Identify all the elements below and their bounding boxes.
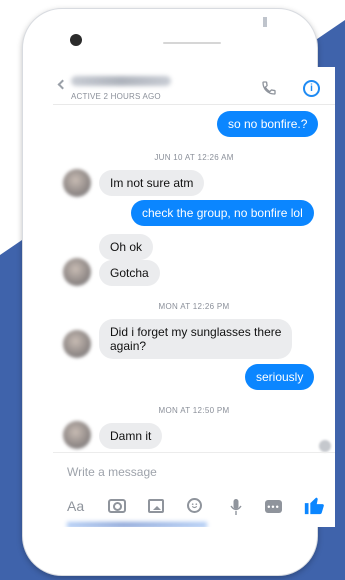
- message-composer: Write a message Aa •••: [53, 452, 335, 527]
- blurred-bottom-text: [67, 522, 207, 527]
- emoji-icon[interactable]: [187, 498, 202, 513]
- message-line: again?: [110, 339, 147, 353]
- message-sent[interactable]: seriously: [245, 364, 315, 390]
- timestamp: MON AT 12:50 PM: [158, 406, 230, 415]
- seen-indicator: [319, 440, 331, 452]
- timestamp: MON AT 12:26 PM: [158, 302, 230, 311]
- contact-avatar[interactable]: [63, 421, 91, 449]
- like-icon[interactable]: [303, 494, 325, 516]
- contact-name-blurred[interactable]: [71, 76, 171, 86]
- contact-avatar[interactable]: [63, 330, 91, 358]
- active-status: ACTIVE 2 HOURS AGO: [71, 92, 161, 101]
- text-format-icon[interactable]: Aa: [67, 497, 84, 515]
- earpiece-speaker: [163, 42, 221, 44]
- message-sent[interactable]: check the group, no bonfire lol: [131, 200, 314, 226]
- messenger-screen: ACTIVE 2 HOURS AGO i so no bonfire.? JUN…: [53, 67, 335, 527]
- message-received[interactable]: Damn it: [99, 423, 163, 449]
- message-line: Did i forget my sunglasses there: [110, 325, 282, 339]
- front-camera: [70, 34, 82, 46]
- info-icon[interactable]: i: [303, 80, 320, 97]
- message-received[interactable]: Oh ok: [99, 234, 154, 260]
- conversation-header: ACTIVE 2 HOURS AGO i: [53, 67, 335, 105]
- message-received[interactable]: Im not sure atm: [99, 170, 205, 196]
- message-input[interactable]: Write a message: [67, 465, 157, 479]
- phone-side-button: [263, 17, 267, 27]
- contact-avatar[interactable]: [63, 258, 91, 286]
- message-sent[interactable]: so no bonfire.?: [217, 111, 319, 137]
- phone-call-icon[interactable]: [261, 80, 277, 96]
- timestamp: JUN 10 AT 12:26 AM: [154, 153, 234, 162]
- message-received[interactable]: Gotcha: [99, 260, 160, 286]
- back-arrow-icon[interactable]: [57, 79, 68, 90]
- microphone-icon[interactable]: [229, 498, 243, 516]
- contact-avatar[interactable]: [63, 169, 91, 197]
- gallery-icon[interactable]: [148, 499, 164, 513]
- more-icon[interactable]: •••: [265, 500, 282, 513]
- phone-frame: ACTIVE 2 HOURS AGO i so no bonfire.? JUN…: [22, 8, 335, 576]
- message-received[interactable]: Did i forget my sunglasses there again?: [99, 319, 293, 359]
- camera-icon[interactable]: [108, 499, 126, 513]
